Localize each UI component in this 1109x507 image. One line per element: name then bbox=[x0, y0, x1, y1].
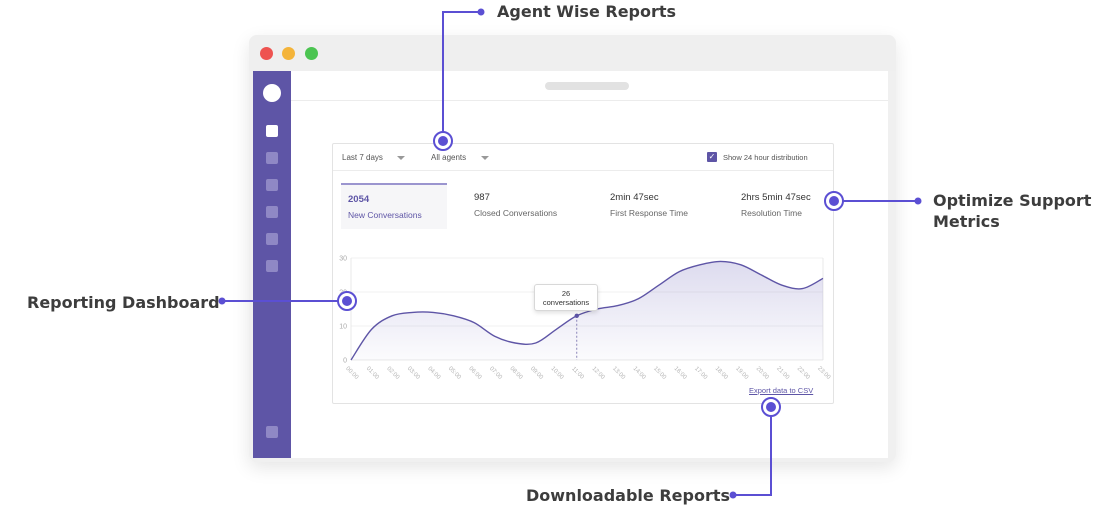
callout-agent-wise-reports: Agent Wise Reports bbox=[497, 2, 677, 21]
hotspot-downloadable bbox=[761, 397, 781, 417]
callout-connectors bbox=[218, 8, 922, 499]
callout-dot bbox=[477, 8, 485, 16]
callout-reporting-dashboard: Reporting Dashboard bbox=[27, 293, 220, 312]
callout-dot bbox=[729, 491, 737, 499]
callout-optimize-line1: Optimize Support bbox=[933, 191, 1092, 210]
connector-downloadable bbox=[733, 407, 772, 496]
hotspot-agent-wise bbox=[433, 131, 453, 151]
connector-agent-wise bbox=[442, 11, 481, 140]
callout-optimize-line2: Metrics bbox=[933, 212, 1000, 231]
callout-dot bbox=[914, 197, 922, 205]
feature-illustration: Last 7 days All agents ✓ Show 24 hour di… bbox=[0, 0, 1109, 507]
hotspot-reporting bbox=[337, 291, 357, 311]
callout-downloadable-reports: Downloadable Reports bbox=[526, 486, 731, 505]
hotspot-optimize bbox=[824, 191, 844, 211]
